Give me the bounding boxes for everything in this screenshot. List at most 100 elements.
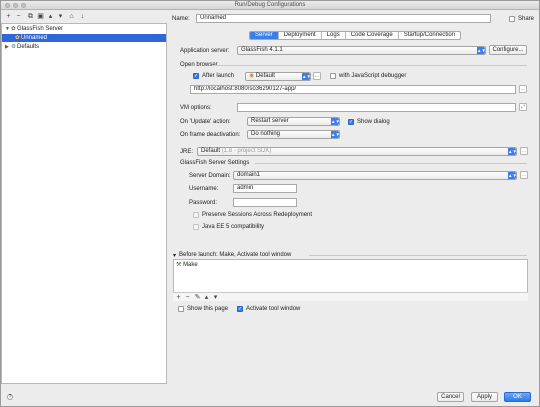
list-item[interactable]: ⚒ Make	[176, 261, 198, 268]
browser-select[interactable]: ◉ Default ▲▼	[245, 72, 311, 81]
remove-task-icon[interactable]: −	[183, 293, 192, 302]
add-icon[interactable]: +	[4, 12, 13, 21]
configure-button[interactable]: Configure...	[489, 45, 527, 55]
browser-value: Default	[255, 73, 275, 79]
js-debugger-checkbox[interactable]	[330, 73, 336, 79]
remove-icon[interactable]: −	[14, 12, 23, 21]
jre-label: JRE:	[180, 149, 194, 155]
up-icon[interactable]: ▴	[46, 12, 55, 21]
ok-button[interactable]: OK	[504, 392, 531, 402]
on-update-label: On 'Update' action:	[180, 119, 231, 125]
server-domain-value: domain1	[237, 172, 261, 178]
url-browse-button[interactable]: ...	[519, 85, 527, 93]
make-icon: ⚒	[176, 262, 182, 268]
title-bar: Run/Debug Configurations	[1, 1, 539, 10]
server-domain-label: Server Domain:	[189, 173, 231, 179]
help-button[interactable]: ?	[7, 394, 13, 400]
browser-icon: ◉	[249, 73, 256, 79]
move-down-icon[interactable]: ▾	[211, 293, 220, 302]
tree-item-label: GlassFish Server	[17, 26, 64, 32]
on-update-value: Restart server	[251, 118, 289, 124]
tab-code-coverage[interactable]: Code Coverage	[346, 32, 399, 39]
configurations-toolbar: + − ⧉ ▣ ▴ ▾ ⌂ ↓	[1, 11, 167, 23]
username-label: Username:	[189, 186, 219, 192]
move-up-icon[interactable]: ▴	[202, 293, 211, 302]
window-title: Run/Debug Configurations	[234, 2, 306, 8]
jre-select[interactable]: Default (1.8 - project SDK) ▲▼	[197, 147, 517, 156]
run-debug-configurations-window: Run/Debug Configurations + − ⧉ ▣ ▴ ▾ ⌂ ↓…	[0, 0, 540, 407]
tree-item-defaults[interactable]: ▶ ⚙Defaults	[2, 43, 166, 51]
before-launch-item-label: Make	[183, 262, 198, 268]
jre-value: Default	[201, 148, 221, 154]
section-divider	[255, 163, 527, 164]
tree-item-label: Defaults	[17, 44, 40, 50]
after-launch-label: After launch	[202, 73, 235, 79]
password-label: Password:	[189, 200, 218, 206]
before-launch-header: Before launch: Make, Activate tool windo…	[179, 252, 292, 258]
tree-item-unnamed[interactable]: ✿Unnamed	[2, 34, 166, 42]
preserve-sessions-checkbox[interactable]	[193, 212, 199, 218]
browser-options-button[interactable]: ...	[313, 72, 321, 80]
chevron-down-icon: ▲▼	[508, 148, 517, 155]
tree-item-label: Unnamed	[21, 35, 48, 41]
expand-vm-options-icon[interactable]: ⤢	[519, 103, 527, 111]
config-tabs: Server Deployment Logs Code Coverage Sta…	[249, 31, 462, 40]
cancel-button[interactable]: Cancel	[437, 392, 464, 402]
tab-startup-connection[interactable]: Startup/Connection	[399, 32, 460, 39]
share-label: Share	[518, 16, 535, 22]
on-frame-label: On frame deactivation:	[180, 132, 241, 138]
password-input[interactable]	[233, 198, 297, 207]
activate-tool-window-checkbox[interactable]: ✓	[237, 306, 243, 312]
chevron-down-icon: ▲▼	[508, 172, 517, 179]
before-launch-toolbar: + − ✎ ▴ ▾	[173, 292, 528, 301]
javaee5-checkbox[interactable]	[193, 224, 199, 230]
js-debugger-label: with JavaScript debugger	[339, 73, 407, 79]
username-input[interactable]: admin	[233, 184, 297, 193]
tab-logs[interactable]: Logs	[322, 32, 346, 39]
folder-icon[interactable]: ⌂	[67, 12, 76, 21]
jre-browse-button[interactable]: ...	[520, 147, 528, 155]
chevron-down-icon: ▲▼	[302, 73, 311, 80]
chevron-down-icon: ▲▼	[331, 131, 340, 138]
tree-item-glassfish-server[interactable]: ▼✿GlassFish Server	[2, 25, 166, 33]
show-dialog-checkbox[interactable]: ✓	[348, 119, 354, 125]
browser-url-input[interactable]: http://localhost:8080/so36290127-app/	[190, 85, 516, 94]
edit-task-icon[interactable]: ✎	[193, 293, 202, 302]
domain-browse-button[interactable]: ...	[520, 171, 528, 179]
tab-server[interactable]: Server	[250, 32, 279, 39]
configurations-tree[interactable]: ▼✿GlassFish Server ✿Unnamed ▶ ⚙Defaults	[1, 23, 167, 384]
apply-button[interactable]: Apply	[471, 392, 498, 402]
sort-icon[interactable]: ↓	[78, 12, 87, 21]
section-divider	[213, 65, 527, 66]
on-update-select[interactable]: Restart server ▲▼	[247, 117, 340, 126]
app-server-select[interactable]: GlassFish 4.1.1 ▲▼	[237, 46, 486, 55]
add-task-icon[interactable]: +	[174, 293, 183, 302]
on-frame-value: Do nothing	[251, 131, 281, 137]
copy-icon[interactable]: ⧉	[26, 12, 35, 21]
name-label: Name:	[172, 16, 190, 22]
jre-detail: (1.8 - project SDK)	[221, 148, 272, 154]
show-this-page-label: Show this page	[187, 306, 229, 312]
show-dialog-label: Show dialog	[357, 119, 390, 125]
after-launch-checkbox[interactable]: ✓	[193, 73, 199, 79]
activate-tool-window-label: Activate tool window	[246, 306, 301, 312]
app-server-label: Application server:	[180, 48, 230, 54]
down-icon[interactable]: ▾	[56, 12, 65, 21]
app-server-value: GlassFish 4.1.1	[241, 47, 283, 53]
vm-options-input[interactable]	[237, 103, 516, 112]
tab-deployment[interactable]: Deployment	[279, 32, 322, 39]
share-checkbox[interactable]	[509, 16, 515, 22]
chevron-down-icon: ▲▼	[331, 118, 340, 125]
vm-options-label: VM options:	[180, 105, 212, 111]
save-icon[interactable]: ▣	[36, 12, 45, 21]
preserve-sessions-label: Preserve Sessions Across Redeployment	[202, 212, 313, 218]
before-launch-toggle[interactable]: ▾	[173, 252, 176, 259]
javaee5-label: Java EE 5 compatibility	[202, 224, 265, 230]
name-input[interactable]: Unnamed	[196, 14, 491, 23]
on-frame-select[interactable]: Do nothing ▲▼	[247, 130, 340, 139]
chevron-down-icon: ▲▼	[477, 47, 486, 54]
server-domain-select[interactable]: domain1 ▲▼	[233, 171, 517, 180]
glassfish-settings-section-label: GlassFish Server Settings	[180, 160, 250, 166]
show-this-page-checkbox[interactable]	[178, 306, 184, 312]
section-divider	[309, 255, 527, 256]
